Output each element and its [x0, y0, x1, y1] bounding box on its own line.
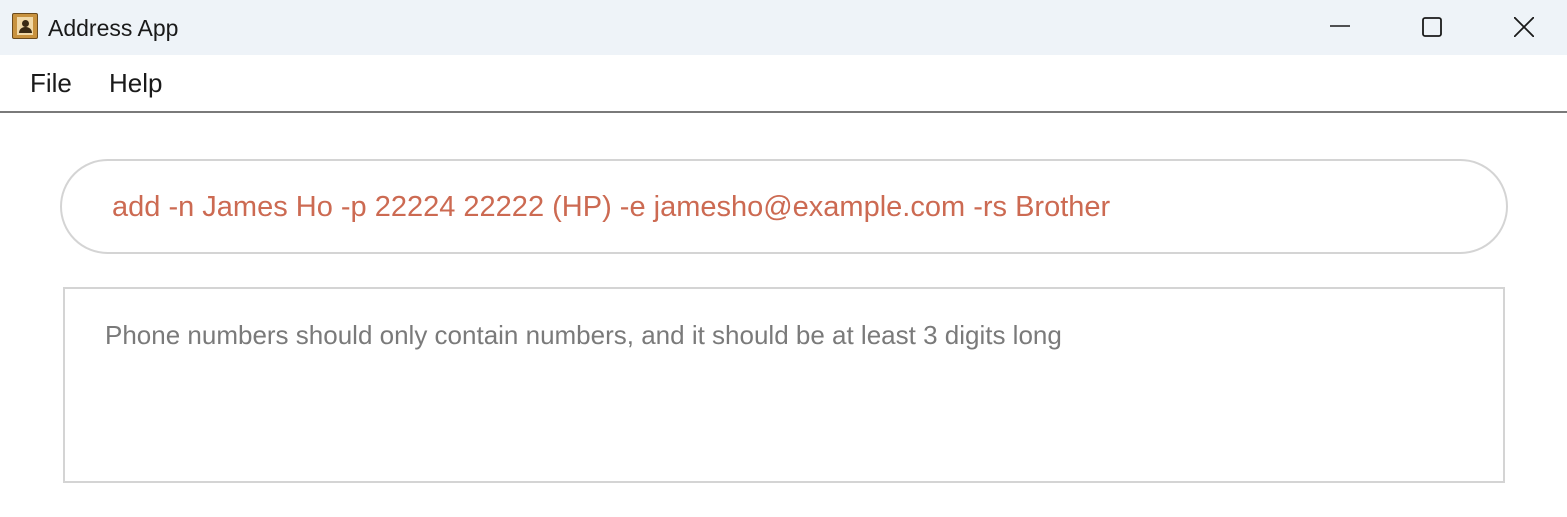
address-book-icon — [12, 13, 38, 39]
minimize-button[interactable] — [1294, 0, 1386, 55]
menu-bar: File Help — [0, 55, 1567, 113]
title-bar[interactable]: Address App — [0, 0, 1567, 55]
minimize-icon — [1330, 25, 1350, 27]
maximize-button[interactable] — [1386, 0, 1478, 55]
window-title: Address App — [48, 15, 179, 41]
command-input-text[interactable]: add -n James Ho -p 22224 22222 (HP) -e j… — [112, 189, 1110, 225]
result-message: Phone numbers should only contain number… — [105, 320, 1062, 350]
menu-help[interactable]: Help — [107, 67, 164, 99]
close-button[interactable] — [1478, 0, 1567, 55]
close-icon — [1514, 17, 1534, 37]
maximize-icon — [1422, 17, 1442, 37]
menu-file[interactable]: File — [28, 67, 74, 99]
result-display[interactable]: Phone numbers should only contain number… — [63, 287, 1505, 483]
app-window: Address App File Help add -n James Ho -p… — [0, 0, 1567, 517]
command-input[interactable]: add -n James Ho -p 22224 22222 (HP) -e j… — [60, 159, 1508, 254]
